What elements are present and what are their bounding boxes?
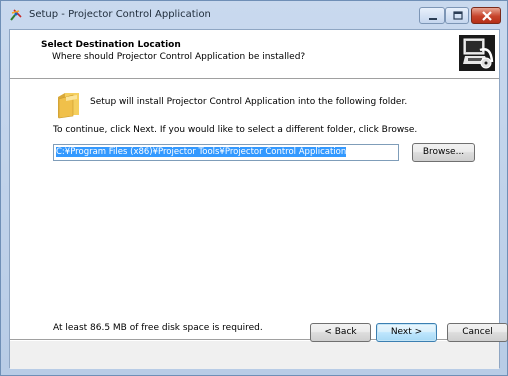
wizard-page: Select Destination Location Where should… xyxy=(9,29,500,369)
disk-space-requirement: At least 86.5 MB of free disk space is r… xyxy=(53,323,263,333)
folder-icon xyxy=(55,89,83,119)
folder-description: Setup will install Projector Control App… xyxy=(90,97,408,107)
window-title: Setup - Projector Control Application xyxy=(29,9,211,20)
destination-path-value: C:¥Program Files (x86)¥Projector Tools¥P… xyxy=(56,147,347,157)
close-icon xyxy=(482,11,492,21)
destination-path-input[interactable]: C:¥Program Files (x86)¥Projector Tools¥P… xyxy=(53,144,399,161)
continue-instruction: To continue, click Next. If you would li… xyxy=(53,125,418,135)
maximize-button[interactable] xyxy=(445,7,469,24)
setup-window: Setup - Projector Control Application Se… xyxy=(0,0,508,376)
next-button[interactable]: Next > xyxy=(376,323,437,342)
wizard-footer xyxy=(10,339,499,369)
wizard-header: Select Destination Location Where should… xyxy=(10,30,499,78)
cancel-button[interactable]: Cancel xyxy=(447,323,508,342)
computer-install-icon xyxy=(456,32,498,74)
close-button[interactable] xyxy=(471,7,501,24)
minimize-icon xyxy=(429,18,437,20)
browse-button[interactable]: Browse... xyxy=(412,143,475,162)
setup-app-icon xyxy=(9,8,23,22)
maximize-icon xyxy=(453,11,463,20)
title-bar[interactable]: Setup - Projector Control Application xyxy=(1,1,507,29)
page-subtitle: Where should Projector Control Applicati… xyxy=(52,52,306,62)
header-divider xyxy=(10,78,499,80)
back-button[interactable]: < Back xyxy=(310,323,371,342)
page-title: Select Destination Location xyxy=(41,40,181,50)
minimize-button[interactable] xyxy=(419,7,445,24)
